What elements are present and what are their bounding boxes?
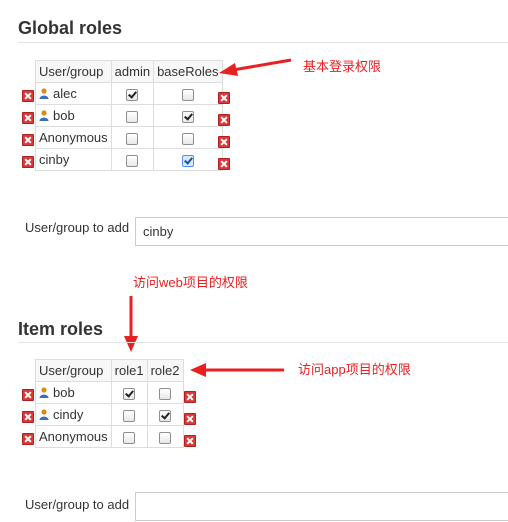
delete-row-right-icon[interactable] [218,136,230,148]
user-icon [39,409,49,420]
permission-checkbox[interactable] [159,387,172,400]
permission-checkbox[interactable] [123,387,136,400]
delete-row-left-icon[interactable] [22,112,34,124]
item-add-input[interactable] [135,492,508,521]
delete-row-right-icon[interactable] [184,391,196,403]
delete-row-right-icon[interactable] [184,435,196,447]
permission-cell [110,381,148,404]
delete-row-left-icon[interactable] [22,90,34,102]
permission-cell [110,403,148,426]
permission-checkbox[interactable] [123,409,136,422]
permission-cell [110,425,148,448]
user-cell: bob [35,381,112,404]
column-header-role1: role1 [110,359,148,382]
delete-row-right-icon[interactable] [218,158,230,170]
item-arrow-head [190,363,206,377]
table-row: cindy [35,403,184,426]
item-roles-table: User/group role1 role2 bob cindy Anonymous [35,359,184,448]
permission-checkbox[interactable] [123,431,136,444]
delete-row-right-icon[interactable] [184,413,196,425]
permission-cell [146,381,184,404]
user-cell: cindy [35,403,112,426]
item-add-label: User/group to add [25,497,130,512]
user-name: Anonymous [39,429,108,444]
item-roles-divider [18,342,508,343]
delete-row-left-icon[interactable] [22,411,34,423]
delete-row-left-icon[interactable] [22,134,34,146]
delete-row-left-icon[interactable] [22,389,34,401]
delete-row-left-icon[interactable] [22,433,34,445]
permission-cell [146,403,184,426]
item-roles-title: Item roles [18,319,104,339]
column-header-user-group: User/group [35,359,112,382]
delete-row-right-icon[interactable] [218,92,230,104]
table-row: bob [35,381,184,404]
global-arrow-line [232,58,292,72]
user-cell: Anonymous [35,425,112,448]
table-row: Anonymous [35,425,184,448]
column-header-role2: role2 [146,359,184,382]
web-arrow-head [124,336,138,352]
delete-row-right-icon[interactable] [218,114,230,126]
delete-row-left-icon[interactable] [22,156,34,168]
user-name: cindy [53,407,84,422]
global-arrow-head [219,63,238,76]
permission-checkbox[interactable] [159,409,172,422]
table-header-row: User/group role1 role2 [35,359,184,382]
user-icon [39,387,49,398]
permission-cell [146,425,184,448]
user-name: bob [53,385,75,400]
permission-checkbox[interactable] [159,431,172,444]
